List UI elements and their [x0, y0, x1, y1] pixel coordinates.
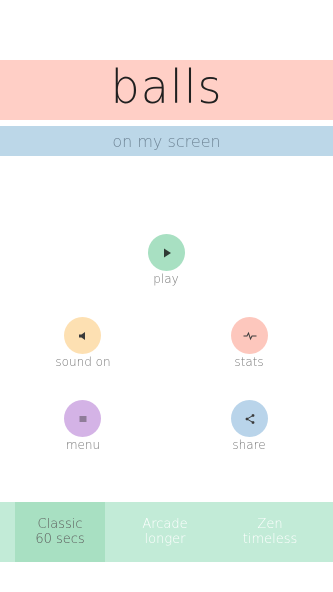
hamburger-icon: [79, 416, 86, 421]
title-banner: balls: [0, 60, 333, 120]
mode-name: Arcade: [142, 517, 188, 532]
play-label: play: [153, 272, 179, 286]
play-button[interactable]: [148, 234, 185, 271]
app-subtitle: on my screen: [112, 131, 221, 151]
mode-description: longer: [144, 532, 186, 547]
subtitle-banner: on my screen: [0, 126, 333, 156]
mode-description: timeless: [242, 532, 298, 547]
play-icon: [163, 248, 171, 257]
share-label: share: [232, 438, 266, 452]
mode-arcade[interactable]: Arcade longer: [120, 502, 210, 562]
mode-zen[interactable]: Zen timeless: [225, 502, 315, 562]
app-title: balls: [110, 60, 223, 114]
stats-button[interactable]: [231, 317, 268, 354]
mode-classic[interactable]: Classic 60 secs: [15, 502, 105, 562]
sound-label: sound on: [55, 355, 111, 369]
sound-button[interactable]: [64, 317, 101, 354]
mode-name: Zen: [257, 517, 283, 532]
mode-description: 60 secs: [35, 532, 85, 547]
pulse-icon: [243, 331, 256, 340]
mode-name: Classic: [37, 517, 83, 532]
speaker-icon: [78, 331, 85, 340]
game-mode-bar: Classic 60 secs Arcade longer Zen timele…: [0, 502, 333, 562]
stats-label: stats: [234, 355, 264, 369]
share-icon: [245, 413, 254, 424]
menu-button[interactable]: [64, 400, 101, 437]
menu-label: menu: [65, 438, 101, 452]
share-button[interactable]: [231, 400, 268, 437]
